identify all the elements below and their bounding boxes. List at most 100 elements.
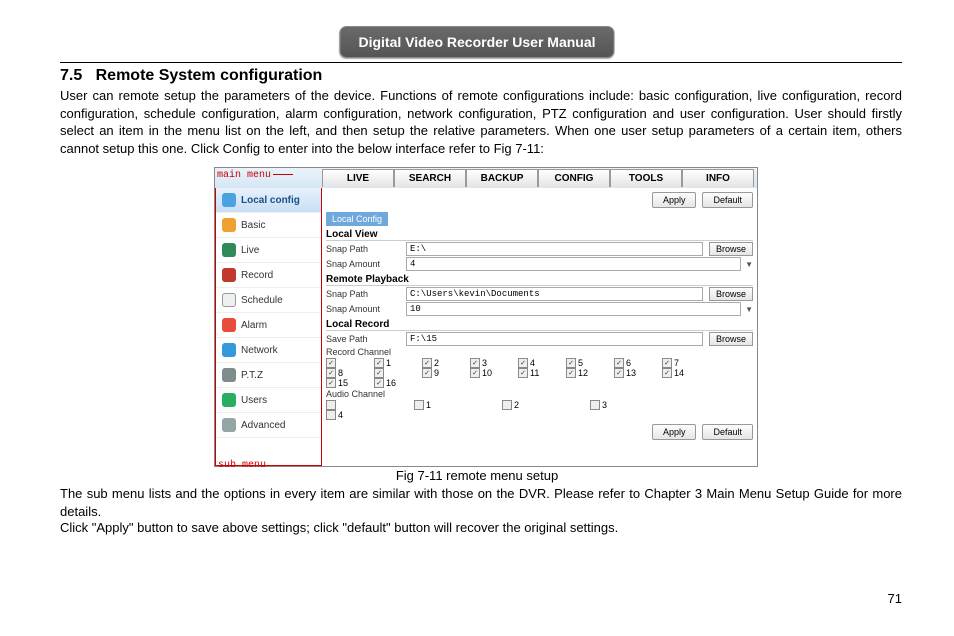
checkbox-ch16[interactable] bbox=[374, 378, 384, 388]
sidebar-item-network[interactable]: Network bbox=[216, 338, 321, 363]
checkbox-audio3[interactable] bbox=[590, 400, 600, 410]
label-snap-path-rp: Snap Path bbox=[326, 289, 406, 299]
tab-info[interactable]: INFO bbox=[682, 169, 754, 187]
input-snap-path-remoteplayback[interactable] bbox=[406, 287, 703, 301]
paragraph-apply-note: Click "Apply" button to save above setti… bbox=[60, 519, 902, 537]
sidebar-item-label: Network bbox=[241, 345, 278, 356]
sidebar-item-label: Record bbox=[241, 270, 273, 281]
checkbox-ch4[interactable] bbox=[518, 358, 528, 368]
subtab-local-config[interactable]: Local Config bbox=[326, 212, 388, 226]
checkbox-ch11[interactable] bbox=[518, 368, 528, 378]
main-menu-callout: main menu bbox=[217, 170, 293, 181]
checkbox-ch14[interactable] bbox=[662, 368, 672, 378]
checkbox-ch1[interactable] bbox=[374, 358, 384, 368]
checkbox-ch15[interactable] bbox=[326, 378, 336, 388]
audio-channel-label: 4 bbox=[338, 410, 343, 420]
checkbox-all[interactable] bbox=[326, 358, 336, 368]
sidebar-item-users[interactable]: Users bbox=[216, 388, 321, 413]
tab-backup[interactable]: BACKUP bbox=[466, 169, 538, 187]
checkbox-ch5[interactable] bbox=[566, 358, 576, 368]
checkbox-ch12[interactable] bbox=[566, 368, 576, 378]
channel-label: 10 bbox=[482, 368, 492, 378]
channel-label: 14 bbox=[674, 368, 684, 378]
sidebar-item-record[interactable]: Record bbox=[216, 263, 321, 288]
audio-channel-label: 3 bbox=[602, 400, 607, 410]
checkbox-audio2[interactable] bbox=[502, 400, 512, 410]
sidebar-item-alarm[interactable]: Alarm bbox=[216, 313, 321, 338]
checkbox-ch8[interactable] bbox=[326, 368, 336, 378]
select-snap-amount-remoteplayback[interactable] bbox=[406, 302, 741, 316]
input-snap-path-localview[interactable] bbox=[406, 242, 703, 256]
calendar-icon bbox=[222, 293, 236, 307]
chevron-down-icon: ▼ bbox=[745, 305, 753, 314]
tab-live[interactable]: LIVE bbox=[322, 169, 394, 187]
live-icon bbox=[222, 243, 236, 257]
figure-caption: Fig 7-11 remote menu setup bbox=[0, 468, 954, 483]
sidebar-item-label: Basic bbox=[241, 220, 265, 231]
page-number: 71 bbox=[888, 591, 902, 606]
checkbox-all[interactable] bbox=[374, 368, 384, 378]
checkbox-ch2[interactable] bbox=[422, 358, 432, 368]
apply-button-bottom[interactable]: Apply bbox=[652, 424, 697, 440]
network-icon bbox=[222, 343, 236, 357]
section-heading: 7.5 Remote System configuration bbox=[60, 67, 322, 85]
sidebar-item-label: P.T.Z bbox=[241, 370, 263, 381]
audio-channel-label: 1 bbox=[426, 400, 431, 410]
ptz-icon bbox=[222, 368, 236, 382]
sidebar-item-schedule[interactable]: Schedule bbox=[216, 288, 321, 313]
tab-tools[interactable]: TOOLS bbox=[610, 169, 682, 187]
channel-label: 5 bbox=[578, 358, 583, 368]
tab-config[interactable]: CONFIG bbox=[538, 169, 610, 187]
default-button-top[interactable]: Default bbox=[702, 192, 753, 208]
browse-button[interactable]: Browse bbox=[709, 332, 753, 346]
checkbox-ch13[interactable] bbox=[614, 368, 624, 378]
channel-label: 4 bbox=[530, 358, 535, 368]
sidebar-item-label: Users bbox=[241, 395, 267, 406]
sidebar-item-basic[interactable]: Basic bbox=[216, 213, 321, 238]
sidebar-item-label: Live bbox=[241, 245, 259, 256]
label-snap-amount: Snap Amount bbox=[326, 259, 406, 269]
checkbox-audio-all[interactable] bbox=[326, 400, 336, 410]
channel-label: 8 bbox=[338, 368, 343, 378]
default-button-bottom[interactable]: Default bbox=[702, 424, 753, 440]
channel-label: 1 bbox=[386, 358, 391, 368]
sidebar-item-live[interactable]: Live bbox=[216, 238, 321, 263]
users-icon bbox=[222, 393, 236, 407]
channel-label: 6 bbox=[626, 358, 631, 368]
channel-label: 11 bbox=[530, 368, 539, 378]
input-save-path[interactable] bbox=[406, 332, 703, 346]
channel-label: 13 bbox=[626, 368, 636, 378]
record-icon bbox=[222, 268, 236, 282]
checkbox-ch9[interactable] bbox=[422, 368, 432, 378]
sidebar-item-advanced[interactable]: Advanced bbox=[216, 413, 321, 438]
label-save-path: Save Path bbox=[326, 334, 406, 344]
alarm-icon bbox=[222, 318, 236, 332]
sidebar-item-local-config[interactable]: Local config bbox=[216, 188, 321, 213]
sidebar-item-label: Advanced bbox=[241, 420, 285, 431]
checkbox-ch7[interactable] bbox=[662, 358, 672, 368]
section-title-text: Remote System configuration bbox=[96, 67, 323, 84]
channel-label: 15 bbox=[338, 378, 348, 388]
manual-header: Digital Video Recorder User Manual bbox=[339, 26, 614, 58]
audio-channel-grid: 1 2 3 4 bbox=[326, 400, 753, 420]
label-audio-channel: Audio Channel bbox=[326, 389, 406, 399]
section-remote-playback: Remote Playback bbox=[326, 274, 753, 286]
checkbox-ch6[interactable] bbox=[614, 358, 624, 368]
checkbox-ch10[interactable] bbox=[470, 368, 480, 378]
sidebar-item-ptz[interactable]: P.T.Z bbox=[216, 363, 321, 388]
apply-button-top[interactable]: Apply bbox=[652, 192, 697, 208]
audio-channel-label: 2 bbox=[514, 400, 519, 410]
record-channel-grid: 12345678910111213141516 bbox=[326, 358, 753, 388]
label-record-channel: Record Channel bbox=[326, 347, 406, 357]
browse-button[interactable]: Browse bbox=[709, 242, 753, 256]
checkbox-ch3[interactable] bbox=[470, 358, 480, 368]
select-snap-amount-localview[interactable] bbox=[406, 257, 741, 271]
figure-screenshot: main menu LIVE SEARCH BACKUP CONFIG TOOL… bbox=[214, 167, 758, 467]
tab-search[interactable]: SEARCH bbox=[394, 169, 466, 187]
section-local-view: Local View bbox=[326, 229, 753, 241]
checkbox-audio1[interactable] bbox=[414, 400, 424, 410]
channel-label: 12 bbox=[578, 368, 588, 378]
browse-button[interactable]: Browse bbox=[709, 287, 753, 301]
sidebar-item-label: Alarm bbox=[241, 320, 267, 331]
checkbox-audio4[interactable] bbox=[326, 410, 336, 420]
